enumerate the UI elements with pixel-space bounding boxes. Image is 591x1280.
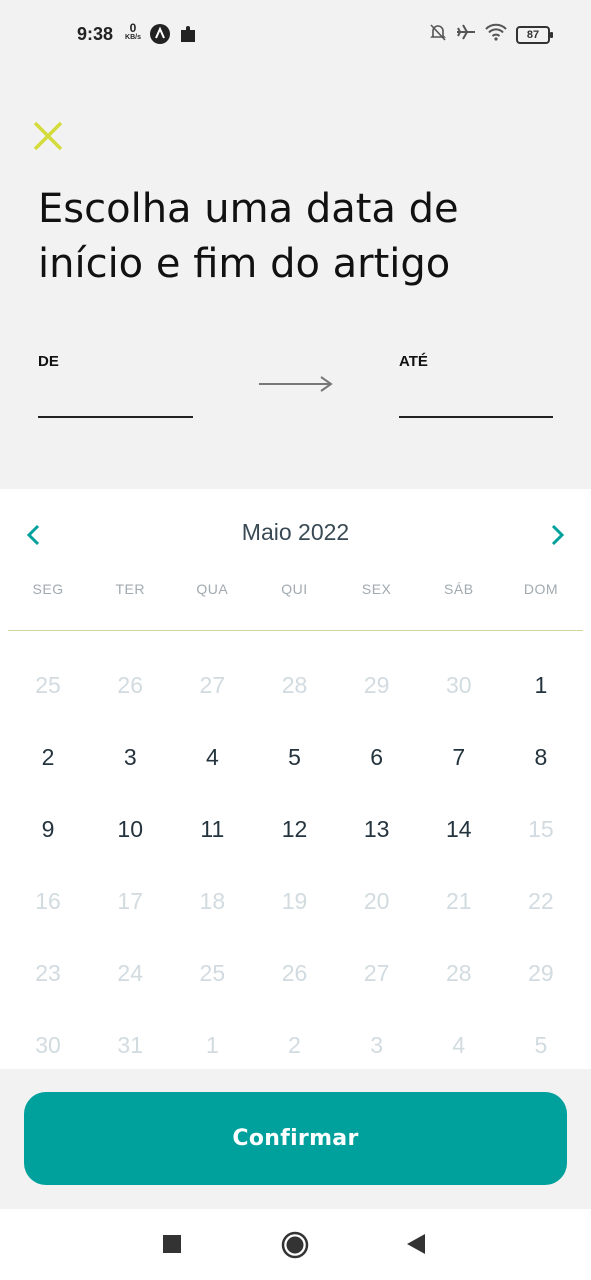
calendar-day: 16 [35,887,61,914]
airplane-icon [456,22,476,47]
weekday-label: QUI [281,581,308,597]
to-date-field[interactable] [399,380,553,418]
footer: Confirmar [0,1069,591,1209]
close-button[interactable] [30,118,66,154]
wifi-icon [484,22,508,47]
calendar-day: 15 [528,815,554,842]
puzzle-icon [178,24,198,49]
weekday-label: SEX [361,581,392,597]
calendar-day: 28 [445,959,472,986]
calendar-day[interactable]: 11 [171,793,253,865]
a-circle-icon [150,24,170,49]
calendar-day[interactable]: 2 [7,721,89,793]
calendar-day: 29 [363,671,390,698]
weekday-label: SÁB [444,581,474,597]
calendar-day: 25 [199,959,226,986]
network-speed-value: 0 [129,21,137,35]
back-triangle-icon[interactable] [405,1232,427,1261]
calendar-day: 27 [199,671,226,698]
calendar-day[interactable]: 10 [89,793,171,865]
calendar-day[interactable]: 8 [500,721,582,793]
calendar-day[interactable]: 4 [171,721,253,793]
weekday-label: QUA [196,581,229,597]
network-speed-unit: KB/s [125,34,141,41]
calendar-day: 3 [370,1031,384,1058]
calendar-divider [8,630,583,631]
from-label: DE [38,353,59,370]
system-nav-bar [0,1209,591,1280]
calendar-day: 24 [117,959,143,986]
calendar-day: 27 [363,959,390,986]
calendar-month-title: Maio 2022 [241,519,350,545]
calendar-day: 29 [528,959,554,986]
arrow-right-icon [258,374,334,399]
calendar-day[interactable]: 3 [89,721,171,793]
calendar-day[interactable]: 6 [336,721,418,793]
calendar-day: 17 [117,887,143,914]
calendar-day: 30 [35,1031,61,1058]
bell-off-icon [428,22,448,47]
calendar: Maio 2022 SEG TER QUA QUI SEX SÁB DOM 25… [0,489,591,1069]
calendar-day: 19 [281,887,308,914]
weekday-label: DOM [523,581,558,597]
calendar-day: 4 [452,1031,466,1058]
calendar-day: 26 [281,959,308,986]
battery-icon: 87 [516,25,553,44]
weekday-label: TER [115,581,145,597]
to-label: ATÉ [399,353,428,370]
calendar-day: 31 [117,1031,143,1058]
close-icon [33,121,63,151]
calendar-day[interactable]: 7 [418,721,500,793]
calendar-day: 20 [363,887,390,914]
calendar-day: 22 [528,887,554,914]
calendar-day[interactable]: 9 [7,793,89,865]
calendar-day: 30 [445,671,472,698]
status-time: 9:38 [77,24,114,44]
square-icon[interactable] [162,1234,182,1259]
next-month-button[interactable] [542,519,574,551]
calendar-day[interactable]: 14 [418,793,500,865]
calendar-day: 28 [281,671,308,698]
calendar-day: 1 [205,1031,219,1058]
weekday-header: SEG TER QUA QUI SEX SÁB DOM [7,581,582,597]
calendar-day: 23 [35,959,61,986]
calendar-day[interactable]: 13 [336,793,418,865]
confirm-button[interactable]: Confirmar [24,1092,567,1185]
calendar-day: 21 [445,887,472,914]
calendar-day: 25 [35,671,61,698]
chevron-right-icon [551,524,565,546]
calendar-day: 2 [288,1031,301,1058]
calendar-day[interactable]: 1 [500,649,582,721]
from-date-field[interactable] [38,380,193,418]
network-speed: 0 KB/s [122,22,144,41]
calendar-day: 18 [199,887,226,914]
weekday-label: SEG [32,581,64,597]
calendar-day[interactable]: 12 [253,793,335,865]
status-bar: 9:38 0 KB/s 87 [0,0,591,70]
home-circle-icon[interactable] [281,1231,309,1264]
calendar-day[interactable]: 5 [253,721,335,793]
calendar-days-grid: 25 26 27 28 29 30 1 2 3 4 5 6 7 8 9 10 11 12 13 14 15 16 17 18 1… [7,649,582,1069]
page-title: Escolha uma data de início e fim do arti… [38,186,459,287]
calendar-day: 26 [117,671,143,698]
calendar-day: 5 [534,1031,548,1058]
